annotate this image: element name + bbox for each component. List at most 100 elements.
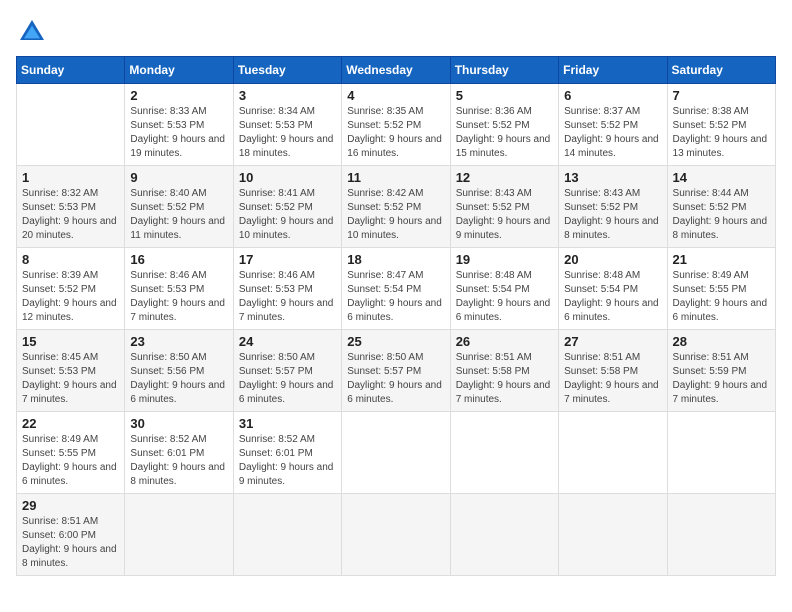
daylight-label: Daylight: 9 hours and 15 minutes. — [456, 134, 551, 159]
day-info: Sunrise: 8:43 AM Sunset: 5:52 PM Dayligh… — [456, 187, 553, 243]
sunset-label: Sunset: 5:54 PM — [347, 284, 421, 295]
sunset-label: Sunset: 5:52 PM — [239, 202, 313, 213]
sunset-label: Sunset: 5:52 PM — [22, 284, 96, 295]
calendar-cell: 31 Sunrise: 8:52 AM Sunset: 6:01 PM Dayl… — [233, 412, 341, 494]
calendar-cell: 6 Sunrise: 8:37 AM Sunset: 5:52 PM Dayli… — [559, 84, 667, 166]
day-info: Sunrise: 8:52 AM Sunset: 6:01 PM Dayligh… — [239, 433, 336, 489]
sunrise-label: Sunrise: 8:33 AM — [130, 106, 206, 117]
day-number: 22 — [22, 416, 119, 431]
daylight-label: Daylight: 9 hours and 6 minutes. — [130, 380, 225, 405]
calendar-cell: 28 Sunrise: 8:51 AM Sunset: 5:59 PM Dayl… — [667, 330, 775, 412]
day-info: Sunrise: 8:40 AM Sunset: 5:52 PM Dayligh… — [130, 187, 227, 243]
sunset-label: Sunset: 5:53 PM — [239, 284, 313, 295]
calendar-cell: 4 Sunrise: 8:35 AM Sunset: 5:52 PM Dayli… — [342, 84, 450, 166]
day-info: Sunrise: 8:41 AM Sunset: 5:52 PM Dayligh… — [239, 187, 336, 243]
sunrise-label: Sunrise: 8:34 AM — [239, 106, 315, 117]
calendar-cell: 3 Sunrise: 8:34 AM Sunset: 5:53 PM Dayli… — [233, 84, 341, 166]
sunset-label: Sunset: 5:54 PM — [456, 284, 530, 295]
day-info: Sunrise: 8:51 AM Sunset: 5:58 PM Dayligh… — [564, 351, 661, 407]
day-info: Sunrise: 8:49 AM Sunset: 5:55 PM Dayligh… — [673, 269, 770, 325]
calendar-cell: 26 Sunrise: 8:51 AM Sunset: 5:58 PM Dayl… — [450, 330, 558, 412]
calendar-header-row: SundayMondayTuesdayWednesdayThursdayFrid… — [17, 57, 776, 84]
sunrise-label: Sunrise: 8:46 AM — [239, 270, 315, 281]
calendar-day-header: Monday — [125, 57, 233, 84]
day-info: Sunrise: 8:50 AM Sunset: 5:57 PM Dayligh… — [239, 351, 336, 407]
sunrise-label: Sunrise: 8:52 AM — [239, 434, 315, 445]
daylight-label: Daylight: 9 hours and 6 minutes. — [347, 298, 442, 323]
day-number: 9 — [130, 170, 227, 185]
calendar-cell — [450, 412, 558, 494]
daylight-label: Daylight: 9 hours and 8 minutes. — [130, 462, 225, 487]
sunrise-label: Sunrise: 8:42 AM — [347, 188, 423, 199]
daylight-label: Daylight: 9 hours and 19 minutes. — [130, 134, 225, 159]
sunrise-label: Sunrise: 8:50 AM — [239, 352, 315, 363]
sunset-label: Sunset: 5:52 PM — [456, 120, 530, 131]
calendar-cell — [233, 494, 341, 576]
day-info: Sunrise: 8:34 AM Sunset: 5:53 PM Dayligh… — [239, 105, 336, 161]
day-info: Sunrise: 8:35 AM Sunset: 5:52 PM Dayligh… — [347, 105, 444, 161]
sunset-label: Sunset: 5:52 PM — [564, 120, 638, 131]
day-number: 4 — [347, 88, 444, 103]
day-number: 3 — [239, 88, 336, 103]
calendar-cell: 12 Sunrise: 8:43 AM Sunset: 5:52 PM Dayl… — [450, 166, 558, 248]
calendar-cell: 17 Sunrise: 8:46 AM Sunset: 5:53 PM Dayl… — [233, 248, 341, 330]
sunrise-label: Sunrise: 8:52 AM — [130, 434, 206, 445]
calendar-cell: 2 Sunrise: 8:33 AM Sunset: 5:53 PM Dayli… — [125, 84, 233, 166]
sunset-label: Sunset: 5:54 PM — [564, 284, 638, 295]
sunrise-label: Sunrise: 8:44 AM — [673, 188, 749, 199]
day-number: 8 — [22, 252, 119, 267]
day-number: 15 — [22, 334, 119, 349]
day-info: Sunrise: 8:43 AM Sunset: 5:52 PM Dayligh… — [564, 187, 661, 243]
sunset-label: Sunset: 5:53 PM — [130, 120, 204, 131]
calendar-cell: 5 Sunrise: 8:36 AM Sunset: 5:52 PM Dayli… — [450, 84, 558, 166]
calendar-cell: 30 Sunrise: 8:52 AM Sunset: 6:01 PM Dayl… — [125, 412, 233, 494]
daylight-label: Daylight: 9 hours and 7 minutes. — [564, 380, 659, 405]
calendar-cell: 16 Sunrise: 8:46 AM Sunset: 5:53 PM Dayl… — [125, 248, 233, 330]
daylight-label: Daylight: 9 hours and 6 minutes. — [347, 380, 442, 405]
calendar-cell: 14 Sunrise: 8:44 AM Sunset: 5:52 PM Dayl… — [667, 166, 775, 248]
calendar-week-row: 8 Sunrise: 8:39 AM Sunset: 5:52 PM Dayli… — [17, 248, 776, 330]
daylight-label: Daylight: 9 hours and 12 minutes. — [22, 298, 117, 323]
daylight-label: Daylight: 9 hours and 10 minutes. — [347, 216, 442, 241]
day-info: Sunrise: 8:36 AM Sunset: 5:52 PM Dayligh… — [456, 105, 553, 161]
calendar-week-row: 15 Sunrise: 8:45 AM Sunset: 5:53 PM Dayl… — [17, 330, 776, 412]
sunset-label: Sunset: 5:58 PM — [564, 366, 638, 377]
calendar-cell: 10 Sunrise: 8:41 AM Sunset: 5:52 PM Dayl… — [233, 166, 341, 248]
daylight-label: Daylight: 9 hours and 8 minutes. — [564, 216, 659, 241]
day-number: 2 — [130, 88, 227, 103]
calendar-cell: 27 Sunrise: 8:51 AM Sunset: 5:58 PM Dayl… — [559, 330, 667, 412]
calendar-cell — [342, 412, 450, 494]
day-number: 7 — [673, 88, 770, 103]
sunrise-label: Sunrise: 8:41 AM — [239, 188, 315, 199]
day-number: 18 — [347, 252, 444, 267]
sunrise-label: Sunrise: 8:50 AM — [347, 352, 423, 363]
daylight-label: Daylight: 9 hours and 7 minutes. — [22, 380, 117, 405]
daylight-label: Daylight: 9 hours and 7 minutes. — [456, 380, 551, 405]
sunset-label: Sunset: 5:53 PM — [22, 202, 96, 213]
day-info: Sunrise: 8:48 AM Sunset: 5:54 PM Dayligh… — [564, 269, 661, 325]
daylight-label: Daylight: 9 hours and 7 minutes. — [130, 298, 225, 323]
day-info: Sunrise: 8:51 AM Sunset: 6:00 PM Dayligh… — [22, 515, 119, 571]
sunrise-label: Sunrise: 8:51 AM — [673, 352, 749, 363]
sunset-label: Sunset: 6:01 PM — [239, 448, 313, 459]
sunrise-label: Sunrise: 8:32 AM — [22, 188, 98, 199]
daylight-label: Daylight: 9 hours and 6 minutes. — [456, 298, 551, 323]
sunrise-label: Sunrise: 8:36 AM — [456, 106, 532, 117]
calendar-table: SundayMondayTuesdayWednesdayThursdayFrid… — [16, 56, 776, 576]
day-info: Sunrise: 8:45 AM Sunset: 5:53 PM Dayligh… — [22, 351, 119, 407]
daylight-label: Daylight: 9 hours and 9 minutes. — [456, 216, 551, 241]
sunset-label: Sunset: 5:53 PM — [239, 120, 313, 131]
sunrise-label: Sunrise: 8:49 AM — [673, 270, 749, 281]
sunset-label: Sunset: 5:55 PM — [673, 284, 747, 295]
daylight-label: Daylight: 9 hours and 8 minutes. — [22, 544, 117, 569]
sunset-label: Sunset: 6:00 PM — [22, 530, 96, 541]
calendar-cell: 13 Sunrise: 8:43 AM Sunset: 5:52 PM Dayl… — [559, 166, 667, 248]
sunset-label: Sunset: 5:53 PM — [22, 366, 96, 377]
sunset-label: Sunset: 5:52 PM — [347, 202, 421, 213]
day-info: Sunrise: 8:50 AM Sunset: 5:57 PM Dayligh… — [347, 351, 444, 407]
day-info: Sunrise: 8:37 AM Sunset: 5:52 PM Dayligh… — [564, 105, 661, 161]
sunset-label: Sunset: 5:55 PM — [22, 448, 96, 459]
daylight-label: Daylight: 9 hours and 7 minutes. — [239, 298, 334, 323]
sunrise-label: Sunrise: 8:48 AM — [456, 270, 532, 281]
sunset-label: Sunset: 5:56 PM — [130, 366, 204, 377]
